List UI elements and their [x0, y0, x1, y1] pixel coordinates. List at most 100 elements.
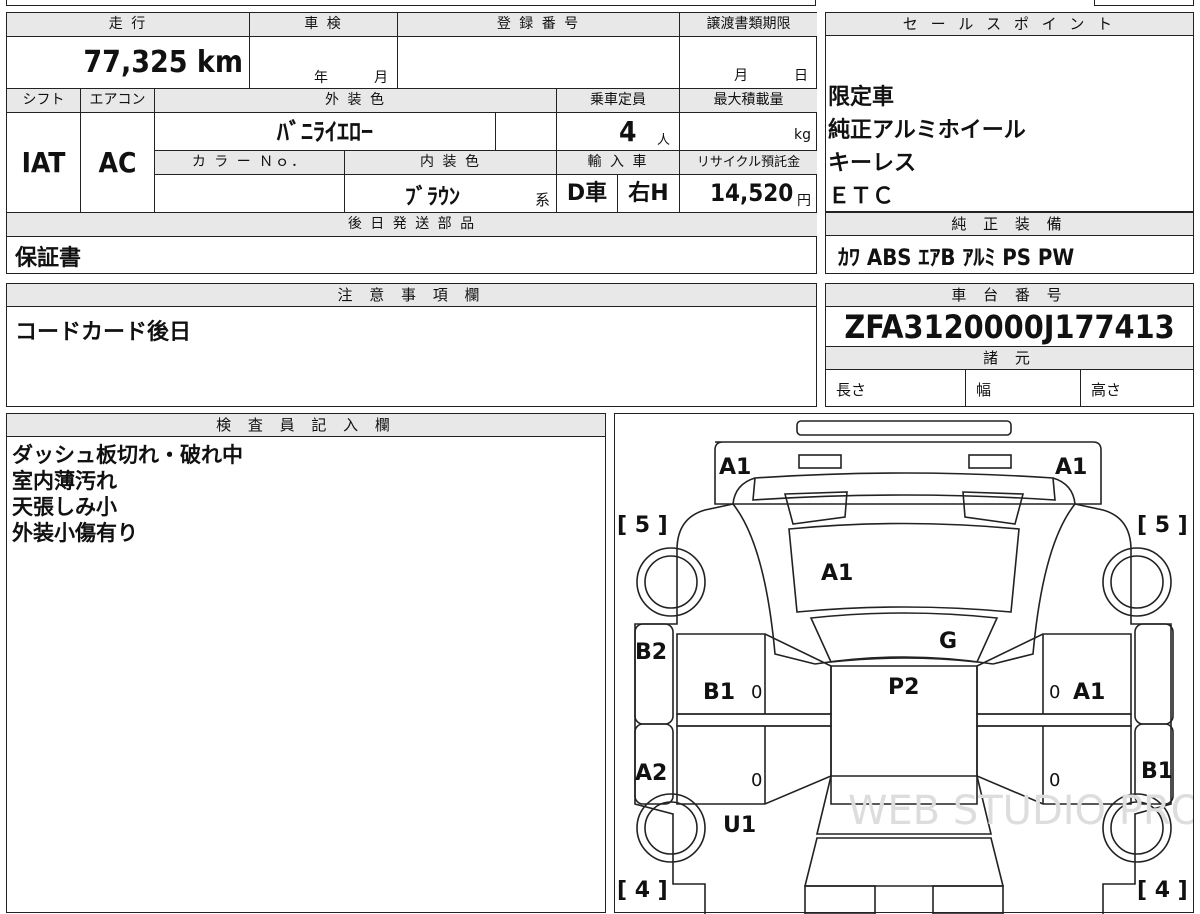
interior-color-suffix: 系 — [535, 191, 551, 209]
genuine-equipment-label: 純 正 装 備 — [826, 213, 1193, 236]
max-load-unit: kg — [794, 127, 811, 143]
specs-label: 諸 元 — [826, 346, 1193, 370]
recycle-unit: 円 — [797, 193, 811, 209]
inspector-line-2: 室内薄汚れ — [12, 469, 117, 493]
mark-left-rear: U1 — [723, 813, 756, 838]
headlight-left — [798, 454, 842, 469]
windshield — [809, 612, 999, 663]
handle-value: 右H — [618, 175, 680, 213]
inspection-year-unit: 年 — [314, 70, 328, 86]
spec-length: 長さ — [826, 369, 966, 406]
inspection-month-unit: 月 — [374, 70, 388, 86]
inspector-line-1: ダッシュ板切れ・破れ中 — [12, 443, 243, 467]
sales-point-1: 限定車 — [828, 85, 895, 110]
watermark: WEB STUDIO PRO — [848, 788, 1193, 834]
sales-point-3: キーレス — [828, 151, 917, 176]
mark-left-rear-pillar: A2 — [635, 761, 667, 786]
rear-bumper-left — [804, 885, 876, 914]
color-no-label: カ ラ ー Ｎｏ． — [155, 151, 345, 175]
interior-color-label: 内 装 色 — [345, 151, 557, 175]
front-bumper-strip — [796, 420, 1012, 436]
mark-left-front-door-zero: 0 — [751, 682, 762, 703]
car-diagram: WEB STUDIO PRO A1 A1 [ 5 ] [ 5 ] [ 4 ] [… — [617, 420, 1193, 914]
wheel-rear-left — [636, 793, 706, 863]
rear-deck — [803, 837, 1005, 887]
capacity-value: 4 — [619, 115, 637, 148]
transfer-day-unit: 日 — [794, 68, 808, 84]
wheel-front-right-inner — [1110, 555, 1164, 609]
right-sill — [976, 713, 1132, 727]
mark-bracket-br: [ 4 ] — [1137, 878, 1188, 903]
genuine-equipment-value: ｶﾜ ABS ｴｱB ｱﾙﾐ PS PW — [838, 246, 1075, 271]
top-strip-right — [1094, 0, 1194, 6]
mark-windshield: G — [939, 629, 957, 654]
inspector-line-3: 天張しみ小 — [12, 495, 117, 519]
left-rear-door — [676, 725, 832, 805]
aircon-label: エアコン — [81, 89, 155, 113]
mark-front-right: A1 — [1055, 455, 1087, 480]
mark-hood: A1 — [821, 561, 853, 586]
mark-front-left: A1 — [719, 455, 751, 480]
registration-value — [398, 37, 680, 89]
registration-label: 登 録 番 号 — [398, 13, 680, 37]
sales-point-2: 純正アルミホイール — [828, 118, 1026, 143]
left-front-pillar — [634, 623, 674, 725]
mark-bracket-tr: [ 5 ] — [1137, 513, 1188, 538]
transfer-deadline-value: 月 日 — [680, 37, 817, 89]
car-diagram-box: WEB STUDIO PRO A1 A1 [ 5 ] [ 5 ] [ 4 ] [… — [614, 413, 1194, 914]
recycle-value: 14,520 — [710, 179, 794, 207]
wheel-rear-left-inner — [644, 801, 698, 855]
capacity-label: 乗車定員 — [557, 89, 680, 113]
notes-box: 注 意 事 項 欄 コードカード後日 — [6, 283, 817, 407]
inspector-line-4: 外装小傷有り — [12, 521, 138, 545]
chassis-number: ZFA3120000J177413 — [844, 308, 1175, 346]
sales-point-4: ＥＴＣ — [828, 184, 895, 209]
recycle-value-cell: 14,520 円 — [680, 175, 817, 213]
later-parts-value: 保証書 — [15, 246, 82, 271]
mark-left-front-door: B1 — [703, 680, 735, 705]
spec-length-label: 長さ — [836, 381, 867, 399]
later-parts-label: 後 日 発 送 部 品 — [7, 213, 817, 237]
exterior-color-extra — [496, 113, 557, 151]
mark-right-front-door-zero: 0 — [1049, 682, 1060, 703]
notes-label: 注 意 事 項 欄 — [7, 284, 816, 307]
mileage-value: 77,325 km — [7, 37, 250, 89]
exterior-color-value: ﾊﾞﾆﾗｲｴﾛｰ — [155, 113, 496, 151]
recycle-label: リサイクル預託金 — [680, 151, 817, 175]
wheel-front-right — [1102, 547, 1172, 617]
spec-height-label: 高さ — [1091, 381, 1122, 399]
inspection-value: 年 月 — [250, 37, 398, 89]
sales-points-label: セ ー ル ス ポ イ ン ト — [826, 13, 1193, 36]
mileage-label: 走 行 — [7, 13, 250, 37]
shift-label: シフト — [7, 89, 81, 113]
aircon-value: AC — [81, 113, 155, 213]
chassis-box: 車 台 番 号 ZFA3120000J177413 諸 元 長さ 幅 高さ — [825, 283, 1194, 407]
interior-color-value: ﾌﾞﾗｳﾝ — [405, 185, 461, 210]
grille — [752, 472, 1056, 501]
top-strip — [6, 0, 816, 6]
mark-right-rear-door-zero: 0 — [1049, 770, 1060, 791]
shift-value: IAT — [7, 113, 81, 213]
wheel-front-left-inner — [644, 555, 698, 609]
transfer-deadline-label: 譲渡書類期限 — [680, 13, 817, 37]
capacity-unit: 人 — [657, 133, 671, 148]
max-load-label: 最大積載量 — [680, 89, 817, 113]
import-label: 輸 入 車 — [557, 151, 680, 175]
mark-bracket-tl: [ 5 ] — [617, 513, 668, 538]
mark-roof: P2 — [888, 675, 919, 700]
sales-points-box: セ ー ル ス ポ イ ン ト 限定車 純正アルミホイール キーレス ＥＴＣ — [825, 12, 1194, 212]
chassis-label: 車 台 番 号 — [826, 284, 1193, 307]
mark-bracket-bl: [ 4 ] — [617, 878, 668, 903]
wheel-front-left — [636, 547, 706, 617]
headlight-right — [968, 454, 1012, 469]
inspector-label: 検 査 員 記 入 欄 — [7, 414, 605, 437]
max-load-value-cell: kg — [680, 113, 817, 151]
inspector-box: 検 査 員 記 入 欄 ダッシュ板切れ・破れ中 室内薄汚れ 天張しみ小 外装小傷… — [6, 413, 606, 913]
notes-value: コードカード後日 — [15, 320, 192, 345]
transfer-month-unit: 月 — [734, 68, 748, 84]
color-no-value — [155, 175, 345, 213]
spec-height: 高さ — [1081, 369, 1193, 406]
left-sill — [676, 713, 832, 727]
mark-right-front-door: A1 — [1073, 680, 1105, 705]
genuine-equipment-box: 純 正 装 備 ｶﾜ ABS ｴｱB ｱﾙﾐ PS PW — [825, 212, 1194, 274]
